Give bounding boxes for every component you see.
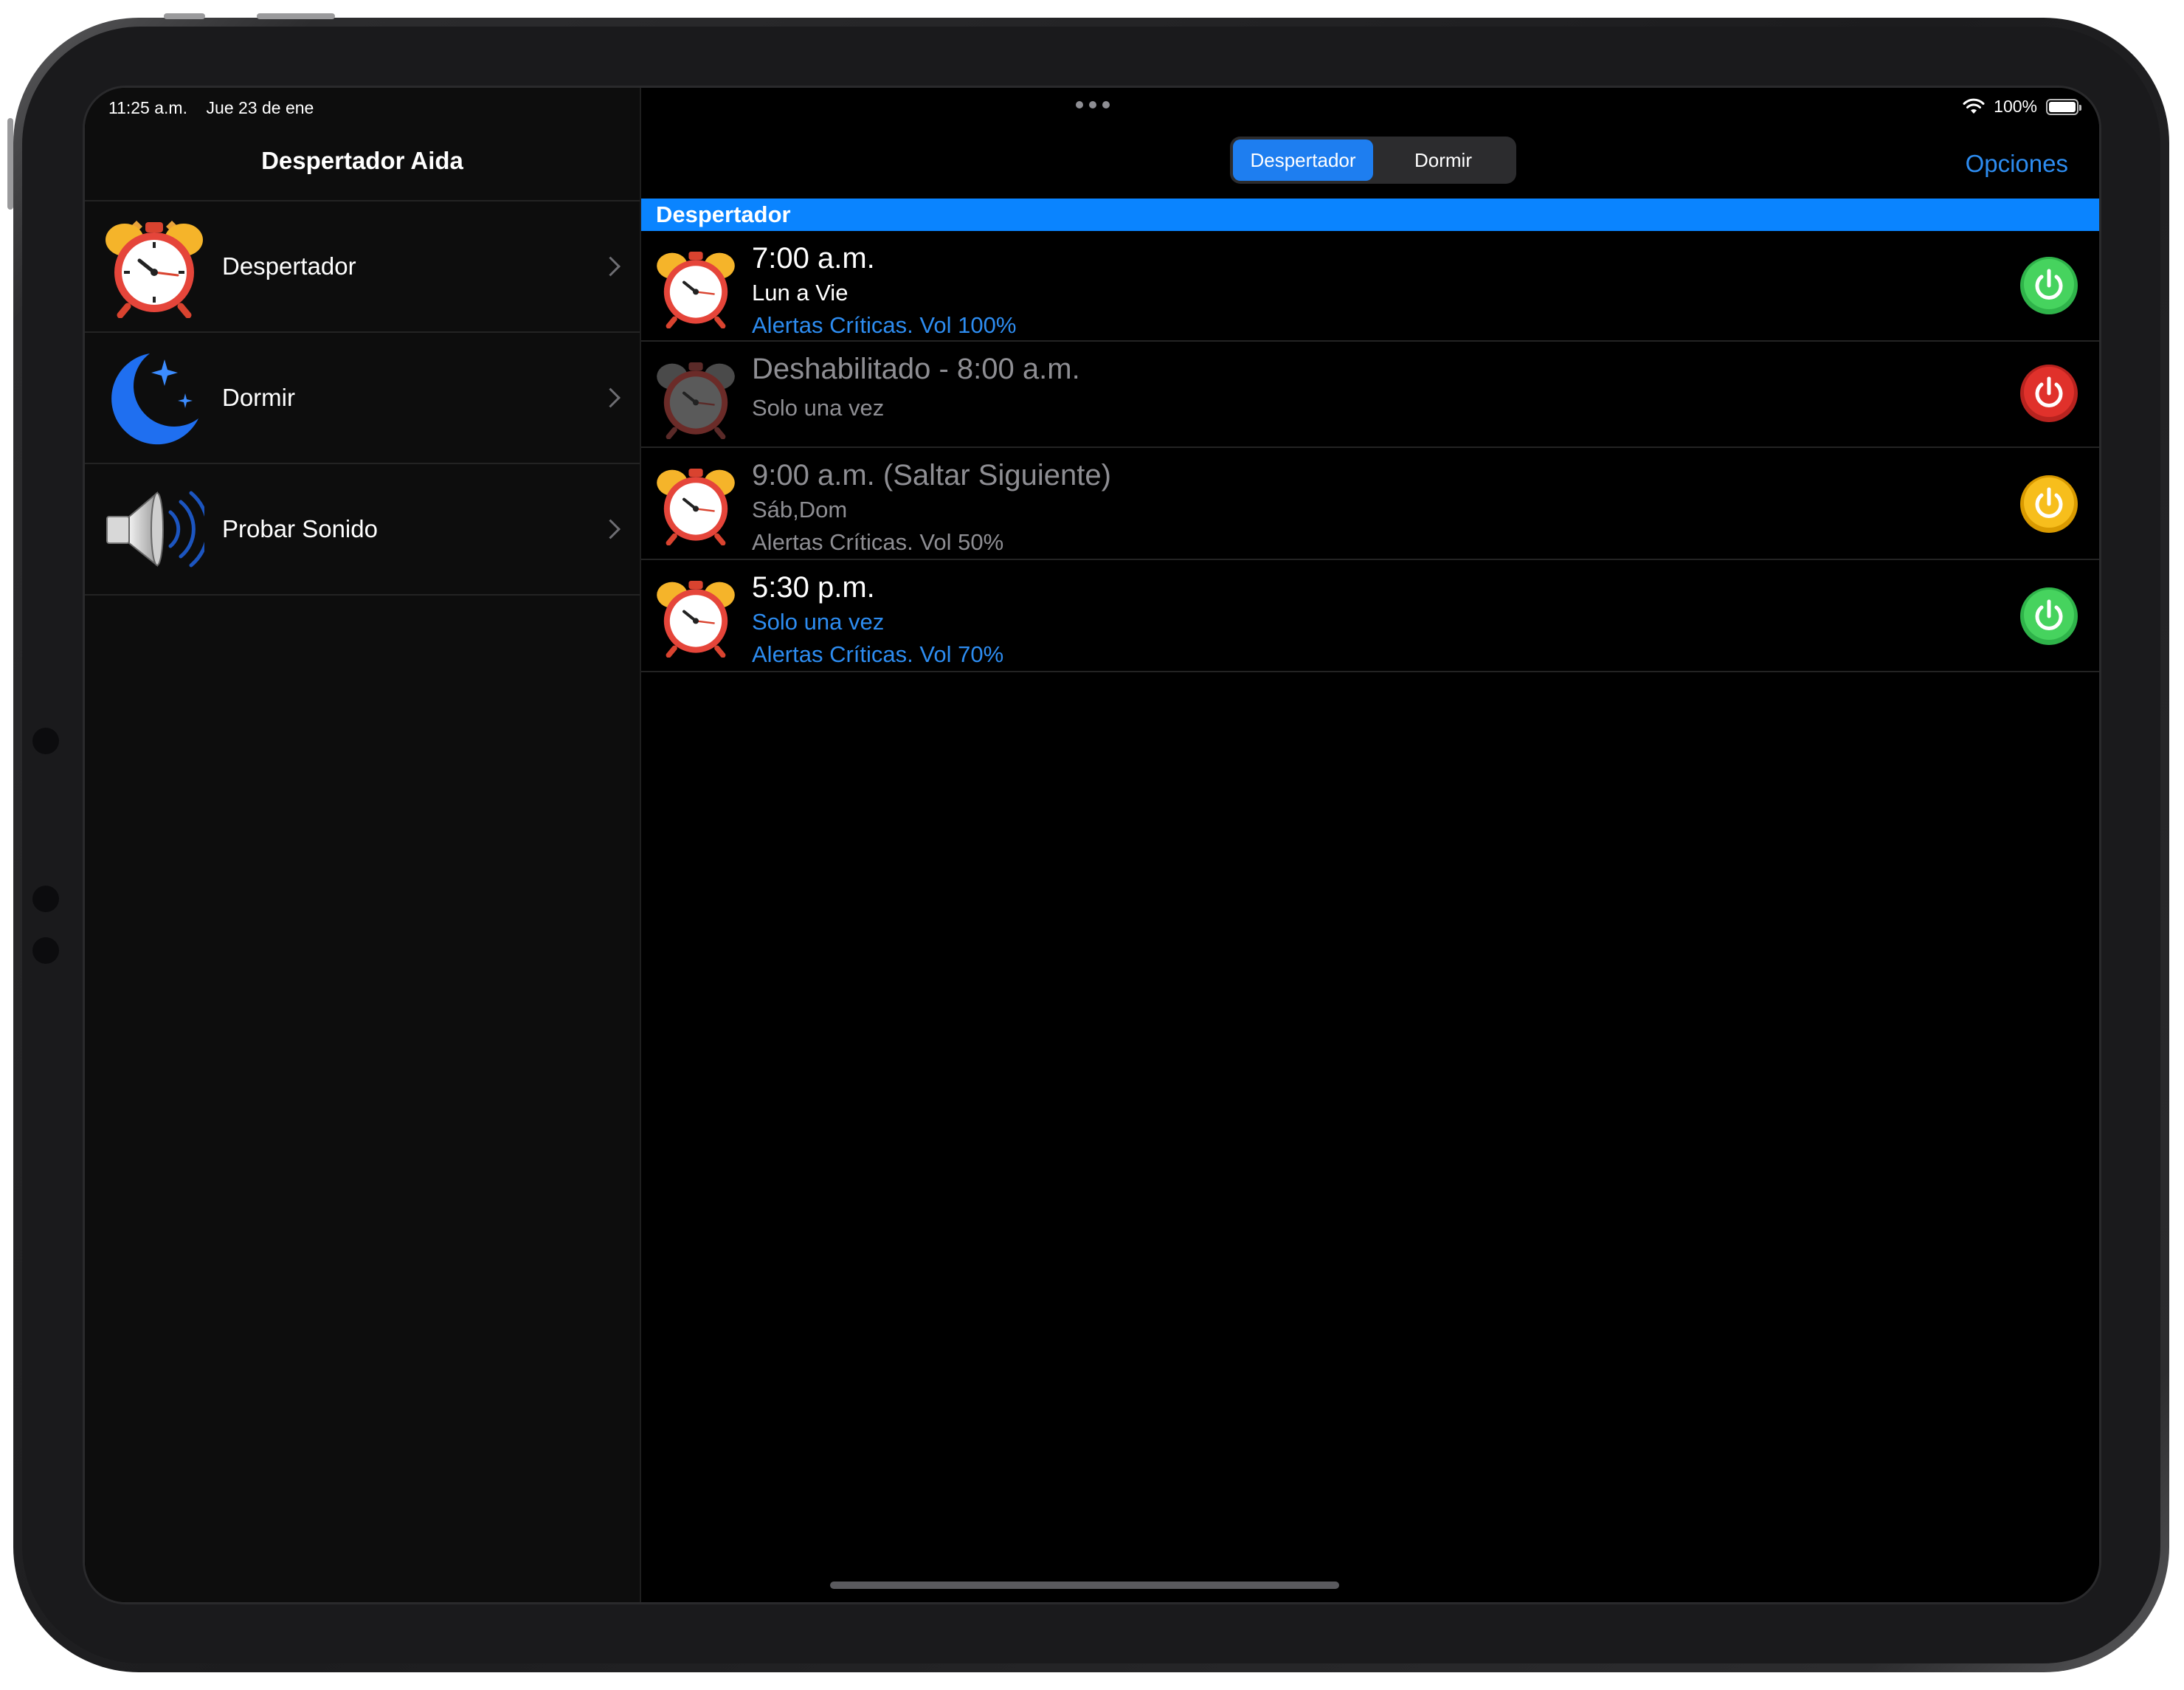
alarm-detail: Alertas Críticas. Vol 100% bbox=[752, 312, 1017, 338]
sidebar-item-dormir[interactable]: Dormir bbox=[85, 333, 640, 464]
speaker-icon bbox=[103, 477, 206, 581]
battery-icon bbox=[2046, 98, 2081, 115]
alarm-row[interactable]: 5:30 p.m. Solo una vez Alertas Críticas.… bbox=[641, 560, 2099, 672]
alarm-text: Deshabilitado - 8:00 a.m. Solo una vez bbox=[752, 351, 1080, 424]
chevron-right-icon bbox=[601, 387, 621, 408]
side-button bbox=[7, 118, 13, 210]
alarm-clock-icon bbox=[657, 581, 735, 658]
alarm-clock-disabled-icon bbox=[657, 362, 735, 439]
status-bar: 11:25 a.m. Jue 23 de ene 100% bbox=[85, 88, 2099, 132]
wifi-icon bbox=[1963, 98, 1985, 114]
power-toggle-icon[interactable] bbox=[2019, 475, 2078, 534]
sensor bbox=[32, 886, 59, 912]
sidebar-item-label: Probar Sonido bbox=[222, 515, 378, 542]
alarm-detail: Alertas Críticas. Vol 70% bbox=[752, 641, 1004, 667]
status-date: Jue 23 de ene bbox=[206, 98, 314, 117]
alarm-time: 9:00 a.m. (Saltar Siguiente) bbox=[752, 459, 1111, 492]
power-toggle-icon[interactable] bbox=[2019, 256, 2078, 315]
segment-despertador[interactable]: Despertador bbox=[1233, 139, 1373, 181]
alarm-repeat: Solo una vez bbox=[752, 609, 885, 635]
sensor bbox=[32, 937, 59, 964]
chevron-right-icon bbox=[601, 519, 621, 539]
power-toggle-icon[interactable] bbox=[2019, 364, 2078, 423]
sensor bbox=[32, 728, 59, 754]
alarm-clock-icon bbox=[657, 252, 735, 328]
moon-stars-icon bbox=[103, 346, 206, 449]
sidebar-list: Despertador Dormir Probar Sonido bbox=[85, 200, 640, 596]
status-time: 11:25 a.m. bbox=[108, 98, 187, 117]
alarm-repeat: Solo una vez bbox=[752, 395, 885, 421]
segmented-control: Despertador Dormir bbox=[1230, 137, 1516, 184]
top-button bbox=[257, 13, 335, 19]
sidebar-item-despertador[interactable]: Despertador bbox=[85, 201, 640, 333]
alarm-repeat: Sáb,Dom bbox=[752, 497, 848, 522]
alarm-time: Deshabilitado - 8:00 a.m. bbox=[752, 353, 1080, 385]
alarm-clock-icon bbox=[103, 215, 206, 318]
sidebar-item-label: Despertador bbox=[222, 252, 356, 280]
sidebar-item-label: Dormir bbox=[222, 384, 295, 411]
top-button bbox=[164, 13, 205, 19]
sidebar-title: Despertador Aida bbox=[261, 147, 463, 174]
alarm-row[interactable]: 7:00 a.m. Lun a Vie Alertas Críticas. Vo… bbox=[641, 231, 2099, 342]
alarm-row[interactable]: 9:00 a.m. (Saltar Siguiente) Sáb,Dom Ale… bbox=[641, 448, 2099, 560]
alarm-time: 7:00 a.m. bbox=[752, 242, 875, 275]
status-indicators: 100% bbox=[1963, 97, 2081, 117]
main-panel: Despertador Dormir Opciones Despertador … bbox=[641, 88, 2099, 1602]
status-clock: 11:25 a.m. Jue 23 de ene bbox=[108, 98, 314, 118]
alarm-text: 9:00 a.m. (Saltar Siguiente) Sáb,Dom Ale… bbox=[752, 457, 1111, 559]
alarm-list: 7:00 a.m. Lun a Vie Alertas Críticas. Vo… bbox=[641, 231, 2099, 672]
multitasking-dots[interactable] bbox=[1076, 101, 1110, 108]
segment-dormir[interactable]: Dormir bbox=[1373, 139, 1513, 181]
alarm-row[interactable]: Deshabilitado - 8:00 a.m. Solo una vez bbox=[641, 342, 2099, 448]
options-button[interactable]: Opciones bbox=[1966, 150, 2068, 178]
section-header: Despertador bbox=[641, 199, 2099, 231]
alarm-detail: Alertas Críticas. Vol 50% bbox=[752, 529, 1004, 555]
power-toggle-icon[interactable] bbox=[2019, 587, 2078, 646]
chevron-right-icon bbox=[601, 256, 621, 277]
screen: 11:25 a.m. Jue 23 de ene 100% Despertado… bbox=[83, 86, 2101, 1604]
home-indicator[interactable] bbox=[830, 1582, 1339, 1589]
alarm-repeat: Lun a Vie bbox=[752, 280, 849, 306]
alarm-text: 5:30 p.m. Solo una vez Alertas Críticas.… bbox=[752, 569, 1003, 671]
sidebar-item-probar-sonido[interactable]: Probar Sonido bbox=[85, 464, 640, 596]
sidebar: Despertador Aida Despertador Dormir Prob… bbox=[85, 88, 641, 1602]
alarm-time: 5:30 p.m. bbox=[752, 571, 875, 604]
alarm-clock-icon bbox=[657, 469, 735, 545]
alarm-text: 7:00 a.m. Lun a Vie Alertas Críticas. Vo… bbox=[752, 240, 1016, 342]
battery-percent: 100% bbox=[1994, 97, 2037, 116]
